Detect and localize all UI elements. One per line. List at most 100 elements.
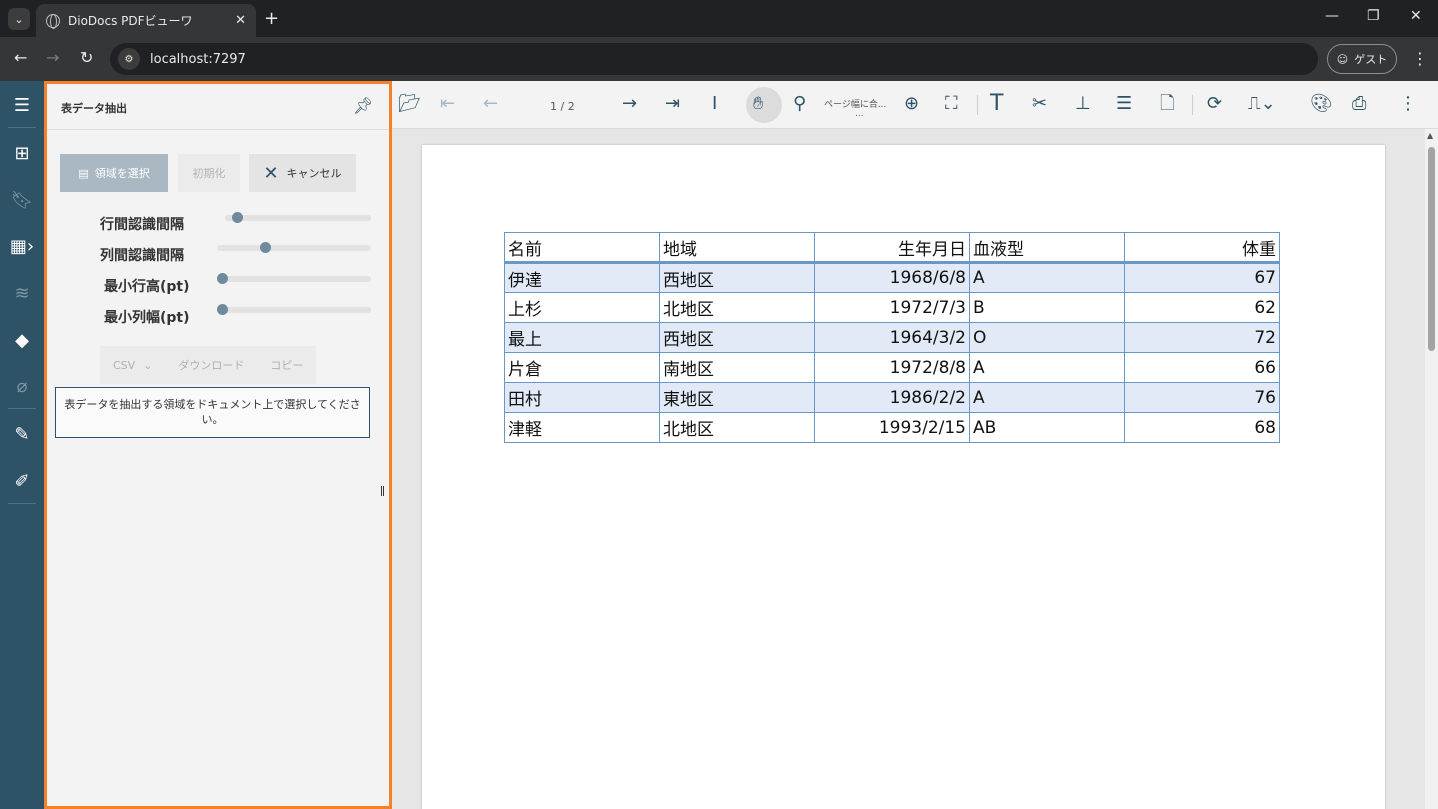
table-cell: 1964/3/2 <box>814 322 970 353</box>
cancel-button[interactable]: ✕ キャンセル <box>249 154 356 192</box>
reload-icon[interactable]: ↻ <box>80 48 93 67</box>
rail-divider <box>8 408 36 409</box>
select-area-label: 領域を選択 <box>94 167 150 180</box>
pdf-page: 名前 地域 生年月日 血液型 体重 伊達 西地区 1968/6/8 A 67 上杉 北地区 1972/7… <box>422 145 1385 809</box>
vertical-scrollbar[interactable]: ▲ <box>1425 129 1438 809</box>
browser-tab[interactable]: DioDocs PDFビューワ ✕ <box>36 4 256 37</box>
table-cell: 体重 <box>1124 232 1280 264</box>
tools-icon[interactable]: ✂ <box>1032 93 1047 115</box>
table-cell: 67 <box>1124 262 1280 293</box>
new-tab-button[interactable]: + <box>264 8 279 29</box>
row-spacing-slider-track[interactable] <box>225 215 371 221</box>
site-info-icon[interactable]: ⚙ <box>118 48 140 70</box>
table-header-row: 名前 地域 生年月日 血液型 体重 <box>504 232 1280 264</box>
zoom-in-icon[interactable]: ⊕ <box>904 93 919 115</box>
close-window-button[interactable]: ✕ <box>1410 8 1422 24</box>
download-button[interactable]: ダウンロード <box>165 346 257 384</box>
table-cell: 最上 <box>504 322 660 353</box>
column-spacing-slider-track[interactable] <box>217 245 371 251</box>
open-folder-icon[interactable]: 📂︎ <box>398 93 421 115</box>
minimize-button[interactable]: — <box>1325 8 1339 24</box>
scrollbar-thumb[interactable] <box>1428 147 1435 351</box>
page-layout-icon[interactable]: ⎍⌄ <box>1248 93 1276 115</box>
rotate-icon[interactable]: ⟳ <box>1207 93 1222 115</box>
stamp-icon[interactable]: ⊥ <box>1075 93 1091 115</box>
pin-icon[interactable]: 📌︎ <box>353 96 373 115</box>
min-row-height-slider-track[interactable] <box>217 276 371 282</box>
table-cell: 1986/2/2 <box>814 382 970 413</box>
panel-resize-handle[interactable] <box>381 486 384 496</box>
table-row: 田村 東地区 1986/2/2 A 76 <box>504 382 1280 413</box>
table-cell: AB <box>969 412 1125 443</box>
scroll-up-arrow-icon[interactable]: ▲ <box>1427 131 1433 140</box>
hamburger-menu-icon[interactable]: ☰ <box>0 87 44 123</box>
left-sidebar: ☰ ⊞ 🔖︎ ▦› ≋ ◆ ⌀ ✎ ✐ <box>0 81 44 809</box>
restore-button[interactable]: ❐ <box>1367 8 1380 24</box>
layers-icon[interactable]: ≋ <box>0 275 44 311</box>
table-cell: 血液型 <box>969 232 1125 264</box>
table-cell: 伊達 <box>504 262 660 293</box>
zoom-out-icon[interactable]: ⚲ <box>793 93 806 115</box>
pencil-icon[interactable]: ✎ <box>0 416 44 452</box>
table-row: 津軽 北地区 1993/2/15 AB 68 <box>504 412 1280 443</box>
table-extract-icon[interactable]: ▦› <box>0 228 44 264</box>
last-page-icon[interactable]: ⇥ <box>665 93 680 115</box>
min-column-width-label: 最小列幅(pt) <box>104 310 190 326</box>
address-bar[interactable]: ⚙ localhost:7297 <box>110 43 1318 75</box>
more-options-icon[interactable]: ⋮ <box>1399 93 1417 115</box>
column-spacing-slider-thumb[interactable] <box>259 242 271 253</box>
document-view[interactable]: 名前 地域 生年月日 血液型 体重 伊達 西地区 1968/6/8 A 67 上杉 北地区 1972/7… <box>392 129 1425 809</box>
person-icon: ☺ <box>1336 52 1349 66</box>
document-icon[interactable]: 🗋︎ <box>1160 93 1174 115</box>
theme-palette-icon[interactable]: 🎨︎ <box>1310 93 1333 115</box>
fullscreen-icon[interactable]: ⛶ <box>945 93 958 115</box>
previous-page-icon[interactable]: ← <box>483 93 498 115</box>
min-row-height-label: 最小行高(pt) <box>104 279 190 295</box>
close-icon: ✕ <box>263 162 279 184</box>
text-selection-icon[interactable]: I <box>712 93 717 115</box>
viewer-toolbar: 📂︎ ⇤ ← 1 / 2 → ⇥ I ✋︎ ⚲ ページ幅に合... ... ⊕ … <box>392 81 1438 129</box>
url-text[interactable]: localhost:7297 <box>150 52 246 67</box>
table-cell: 名前 <box>504 232 660 264</box>
attachment-icon[interactable]: ⌀ <box>0 368 44 404</box>
table-cell: 西地区 <box>659 262 815 293</box>
table-cell: 生年月日 <box>814 232 970 264</box>
forward-arrow-icon[interactable]: → <box>46 48 59 67</box>
browser-menu-icon[interactable]: ⋮ <box>1412 49 1428 68</box>
table-cell: 62 <box>1124 292 1280 323</box>
table-cell: 片倉 <box>504 352 660 383</box>
form-field-icon[interactable]: ☰ <box>1116 93 1132 115</box>
tag-icon[interactable]: ◆ <box>0 322 44 358</box>
bookmark-icon[interactable]: 🔖︎ <box>0 182 44 218</box>
toolbar-divider <box>977 95 978 115</box>
pdf-viewer-app: ☰ ⊞ 🔖︎ ▦› ≋ ◆ ⌀ ✎ ✐ 表データ抽出 📌︎ ▤ 領域を選択 初期… <box>0 81 1438 809</box>
next-page-icon[interactable]: → <box>622 93 637 115</box>
min-row-height-slider-thumb[interactable] <box>217 273 228 284</box>
row-spacing-slider-thumb[interactable] <box>231 212 243 223</box>
table-cell: 津軽 <box>504 412 660 443</box>
browser-tab-strip: ⌄ DioDocs PDFビューワ ✕ + — ❐ ✕ <box>0 0 1438 37</box>
tab-search-button[interactable]: ⌄ <box>8 8 30 30</box>
min-column-width-slider-thumb[interactable] <box>217 304 228 315</box>
table-cell: 西地区 <box>659 322 815 353</box>
copy-button[interactable]: コピー <box>257 346 316 384</box>
table-cell: 田村 <box>504 382 660 413</box>
profile-button[interactable]: ☺ ゲスト <box>1327 44 1397 74</box>
first-page-icon[interactable]: ⇤ <box>440 93 455 115</box>
reset-button[interactable]: 初期化 <box>178 154 240 192</box>
hand-tool-icon[interactable]: ✋︎ <box>753 93 763 115</box>
close-tab-icon[interactable]: ✕ <box>235 13 246 28</box>
thumbnails-icon[interactable]: ⊞ <box>0 135 44 171</box>
table-cell: A <box>969 352 1125 383</box>
edit-form-icon[interactable]: ✐ <box>0 463 44 499</box>
table-row: 伊達 西地区 1968/6/8 A 67 <box>504 262 1280 293</box>
min-column-width-slider-track[interactable] <box>217 307 371 313</box>
format-select[interactable]: CSV ⌄ <box>100 346 165 384</box>
select-area-button[interactable]: ▤ 領域を選択 <box>60 154 168 192</box>
print-icon[interactable]: ⎙ <box>1352 93 1366 115</box>
back-arrow-icon[interactable]: ← <box>14 48 27 67</box>
page-indicator[interactable]: 1 / 2 <box>550 100 575 113</box>
pdf-data-table: 名前 地域 生年月日 血液型 体重 伊達 西地区 1968/6/8 A 67 上杉 北地区 1972/7… <box>504 232 1280 443</box>
table-cell: 上杉 <box>504 292 660 323</box>
text-tool-icon[interactable]: T <box>990 93 1003 115</box>
